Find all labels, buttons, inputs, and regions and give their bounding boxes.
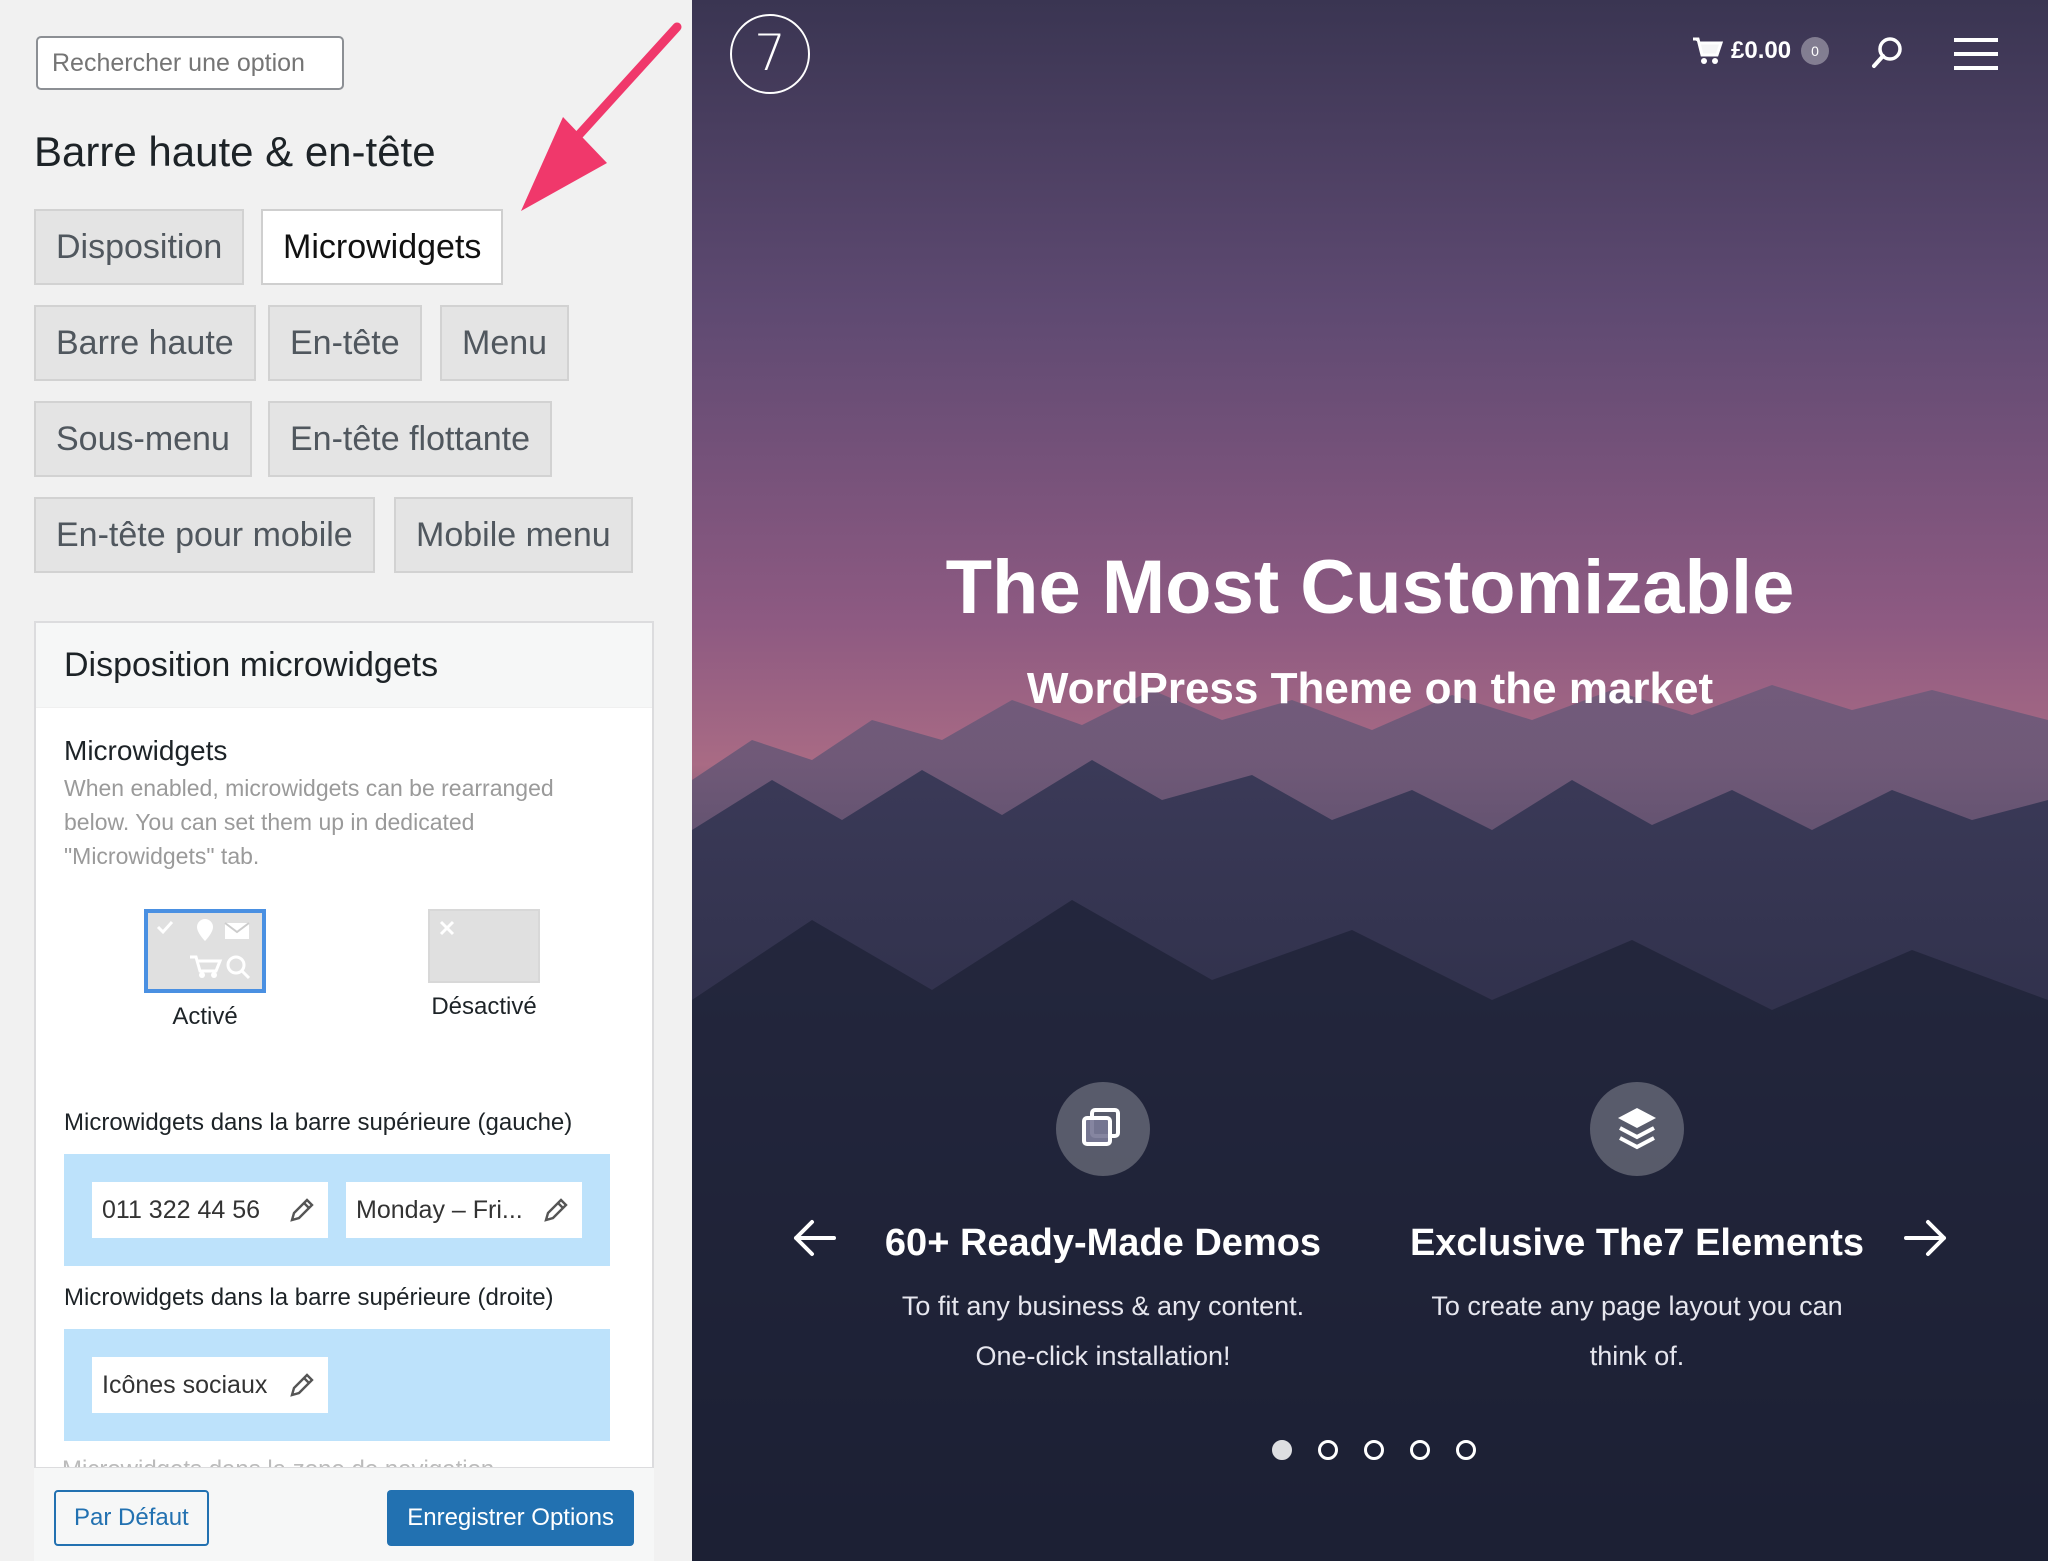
feature-elements-desc: To create any page layout you can think … — [1431, 1291, 1843, 1371]
arrow-right-icon[interactable] — [1902, 1218, 1950, 1258]
choice-enabled-label: Activé — [172, 1003, 238, 1030]
section-title: Barre haute & en-tête — [34, 128, 436, 175]
pencil-icon[interactable] — [286, 1371, 316, 1401]
choice-disabled[interactable]: Désactivé — [428, 909, 540, 1021]
pointer-arrow-icon — [521, 22, 682, 211]
zone-top-right[interactable]: Icônes sociaux — [64, 1329, 610, 1441]
cart-widget[interactable]: £0.00 0 — [1691, 36, 1830, 66]
chip-phone-label: 011 322 44 56 — [102, 1196, 261, 1224]
tab-en-tete-flottante[interactable]: En-tête flottante — [268, 401, 553, 477]
option-title: Microwidgets — [64, 735, 228, 766]
feature-demos-title: 60+ Ready-Made Demos — [884, 1222, 1322, 1264]
site-logo[interactable]: 7 — [730, 14, 810, 94]
slider-pagination — [1272, 1440, 1476, 1460]
tab-disposition[interactable]: Disposition — [34, 209, 245, 285]
slide-dot-5[interactable] — [1456, 1440, 1476, 1460]
search-input[interactable] — [36, 36, 344, 90]
chip-social-icons[interactable]: Icônes sociaux — [92, 1357, 328, 1413]
feature-demos: 60+ Ready-Made Demos To fit any business… — [873, 1082, 1333, 1381]
zone-top-left[interactable]: 011 322 44 56 Monday – Fri... — [64, 1154, 610, 1266]
tab-barre-haute[interactable]: Barre haute — [34, 305, 256, 381]
enabled-thumbnail — [144, 909, 266, 993]
microwidgets-layout-card: Disposition microwidgets Microwidgets Wh… — [34, 621, 654, 1561]
hero-title: The Most Customizable — [945, 545, 1795, 630]
cart-count-badge: 0 — [1801, 37, 1830, 65]
chip-social-icons-label: Icônes sociaux — [102, 1371, 268, 1399]
slide-dot-4[interactable] — [1410, 1440, 1430, 1460]
choice-disabled-label: Désactivé — [431, 993, 537, 1020]
arrow-left-icon[interactable] — [790, 1218, 838, 1258]
options-panel: Barre haute & en-tête Disposition Microw… — [0, 0, 692, 1561]
tab-mobile-menu[interactable]: Mobile menu — [394, 497, 633, 573]
default-button[interactable]: Par Défaut — [54, 1490, 209, 1546]
chip-phone[interactable]: 011 322 44 56 — [92, 1182, 328, 1238]
save-options-button[interactable]: Enregistrer Options — [387, 1490, 634, 1546]
card-title: Disposition microwidgets — [36, 623, 652, 708]
choice-enabled[interactable]: Activé — [144, 909, 266, 1031]
pencil-icon[interactable] — [540, 1196, 570, 1226]
windows-icon — [1056, 1082, 1150, 1176]
cart-icon — [1693, 37, 1723, 64]
site-preview: 7 £0.00 0 The Most Customizable WordPres… — [692, 0, 2048, 1561]
options-footer: Par Défaut Enregistrer Options — [34, 1467, 654, 1561]
slide-dot-1[interactable] — [1272, 1440, 1292, 1460]
zone-label-top-left: Microwidgets dans la barre supérieure (g… — [64, 1109, 573, 1136]
feature-demos-desc: To fit any business & any content. One-c… — [901, 1291, 1305, 1371]
hero-subtitle: WordPress Theme on the market — [1026, 664, 1714, 713]
option-description: When enabled, microwidgets can be rearra… — [64, 775, 554, 869]
slide-dot-3[interactable] — [1364, 1440, 1384, 1460]
tab-en-tete-mobile[interactable]: En-tête pour mobile — [34, 497, 375, 573]
disabled-thumbnail — [428, 909, 540, 983]
layers-icon — [1590, 1082, 1684, 1176]
tab-microwidgets[interactable]: Microwidgets — [261, 209, 504, 285]
slide-dot-2[interactable] — [1318, 1440, 1338, 1460]
tab-menu[interactable]: Menu — [440, 305, 570, 381]
search-icon[interactable] — [1870, 36, 1904, 70]
tab-en-tete[interactable]: En-tête — [268, 305, 422, 381]
pencil-icon[interactable] — [286, 1196, 316, 1226]
chip-hours[interactable]: Monday – Fri... — [346, 1182, 582, 1238]
feature-elements-title: Exclusive The7 Elements — [1409, 1222, 1865, 1264]
zone-label-top-right: Microwidgets dans la barre supérieure (d… — [64, 1284, 554, 1311]
feature-elements: Exclusive The7 Elements To create any pa… — [1407, 1082, 1867, 1381]
cart-amount: £0.00 — [1731, 37, 1792, 64]
hamburger-menu-icon[interactable] — [1954, 38, 1998, 70]
tab-sous-menu[interactable]: Sous-menu — [34, 401, 252, 477]
chip-hours-label: Monday – Fri... — [356, 1196, 523, 1224]
